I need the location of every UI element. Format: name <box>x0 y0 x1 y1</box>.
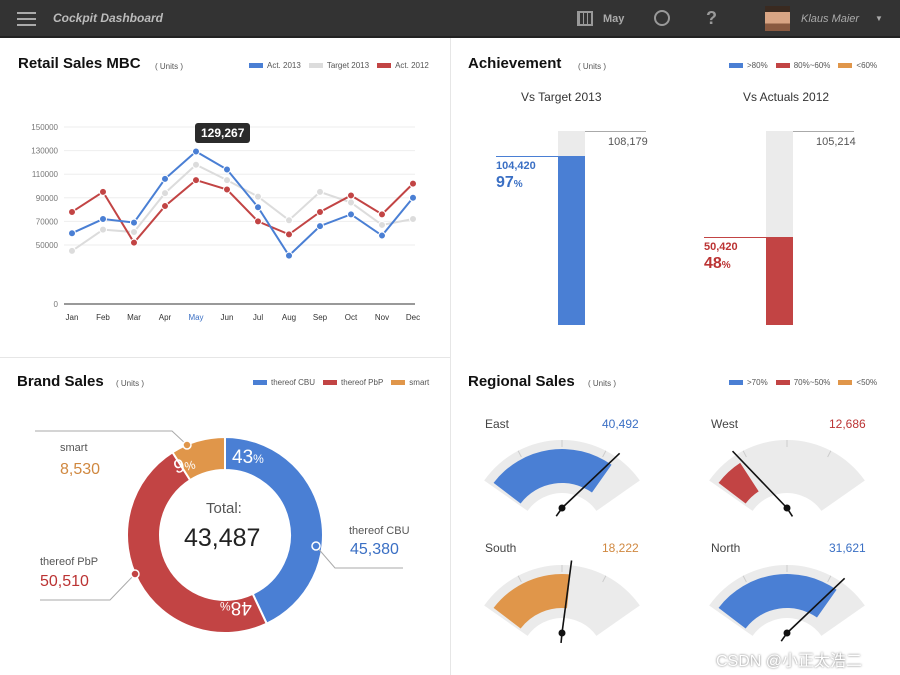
region-name-east: East <box>485 417 510 431</box>
watermark: CSDN @小正太浩二 <box>716 653 863 670</box>
gauge-hub <box>558 629 566 637</box>
region-value-west: 12,686 <box>829 417 866 431</box>
region-name-south: South <box>485 541 517 555</box>
region-value-east: 40,492 <box>602 417 639 431</box>
gauge-hub <box>783 629 791 637</box>
region-value-south: 18,222 <box>602 541 639 555</box>
gauge-hub <box>558 504 566 512</box>
region-name-north: North <box>711 541 741 555</box>
region-name-west: West <box>711 417 739 431</box>
gauge-hub <box>783 504 791 512</box>
region-value-north: 31,621 <box>829 541 866 555</box>
regional-gauges <box>484 439 865 644</box>
